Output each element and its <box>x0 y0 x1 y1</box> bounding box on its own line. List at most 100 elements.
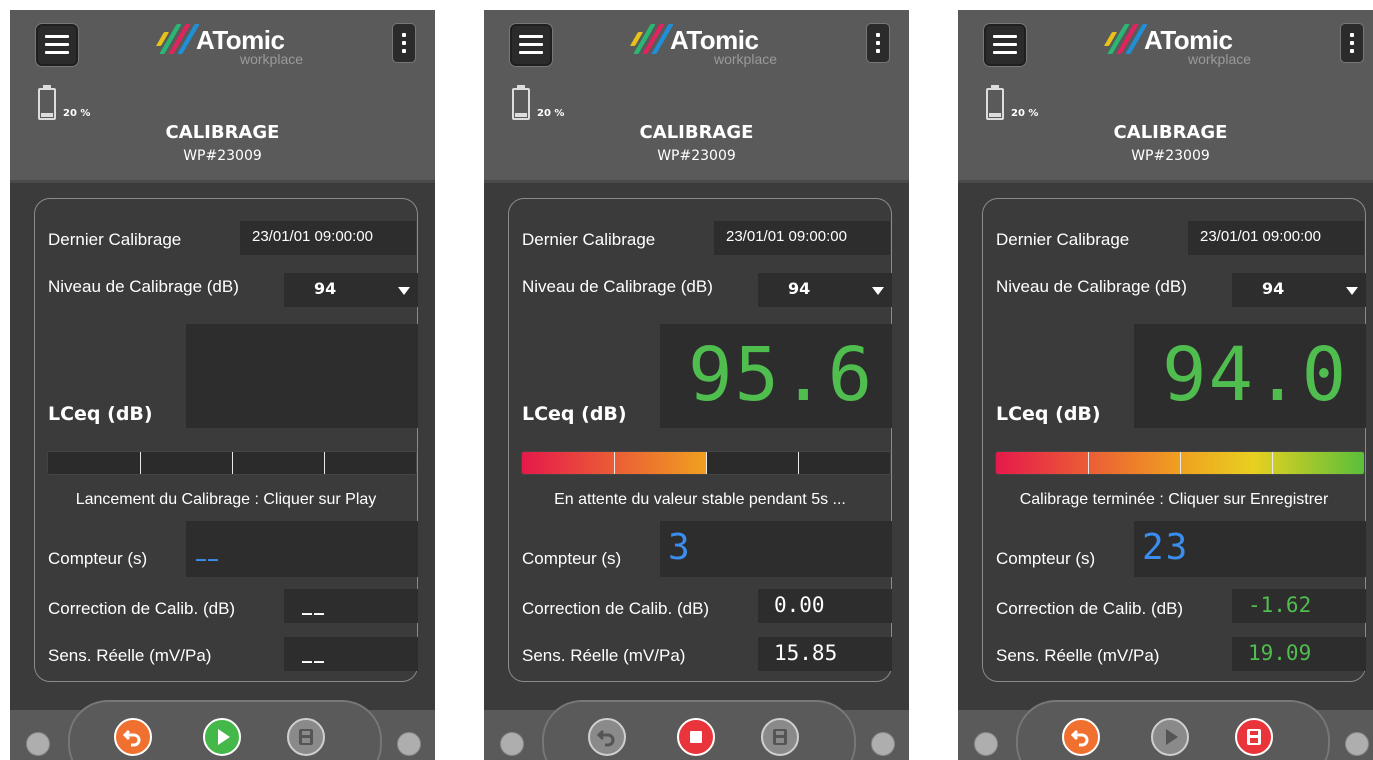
sensitivity-label: Sens. Réelle (mV/Pa) <box>522 646 686 665</box>
stop-icon <box>690 731 702 743</box>
counter-display: __ <box>186 521 418 577</box>
undo-button[interactable] <box>1062 718 1100 756</box>
calibration-level-label: Niveau de Calibrage (dB) <box>996 277 1187 296</box>
chevron-down-icon <box>398 287 410 295</box>
counter-value: 23 <box>1142 527 1190 568</box>
correction-value: 0.00 <box>774 593 825 617</box>
hamburger-menu-button[interactable] <box>35 23 79 67</box>
left-indicator-dot <box>974 732 998 756</box>
atomic-logo: ATomic workplace <box>150 22 310 67</box>
correction-label: Correction de Calib. (dB) <box>522 599 710 618</box>
sensitivity-display: 19.09 <box>1232 637 1366 671</box>
calibration-screen-1: ATomic workplace 20 % CALIBRAGE WP#23009… <box>10 10 435 760</box>
lceq-label: LCeq (dB) <box>996 403 1101 425</box>
undo-icon <box>1070 729 1089 747</box>
lceq-label: LCeq (dB) <box>522 403 627 425</box>
sensitivity-display: __ <box>284 637 418 671</box>
save-icon <box>299 729 313 745</box>
sensitivity-label: Sens. Réelle (mV/Pa) <box>48 646 212 665</box>
app-header: ATomic workplace 20 % CALIBRAGE WP#23009 <box>10 10 435 183</box>
sensitivity-value: 15.85 <box>774 641 838 665</box>
logo-subtext: workplace <box>714 51 778 67</box>
counter-label: Compteur (s) <box>996 549 1096 568</box>
sensitivity-label: Sens. Réelle (mV/Pa) <box>996 646 1160 665</box>
save-button[interactable] <box>1235 718 1273 756</box>
sensitivity-display: 15.85 <box>758 637 892 671</box>
calibration-panel: Dernier Calibrage 23/01/01 09:00:00 Nive… <box>982 198 1366 682</box>
right-indicator-dot <box>1345 732 1369 756</box>
battery-icon <box>38 85 56 120</box>
status-message: Calibrage terminée : Cliquer sur Enregis… <box>1019 491 1329 508</box>
correction-value: __ <box>302 591 326 615</box>
sensitivity-value: __ <box>302 639 326 663</box>
page-title: CALIBRAGE <box>165 122 280 143</box>
calibration-panel: Dernier Calibrage 23/01/01 09:00:00 Nive… <box>34 198 418 682</box>
counter-label: Compteur (s) <box>522 549 622 568</box>
calibration-panel: Dernier Calibrage 23/01/01 09:00:00 Nive… <box>508 198 892 682</box>
undo-button[interactable] <box>114 718 152 756</box>
hamburger-menu-button[interactable] <box>983 23 1027 67</box>
calibration-level-select[interactable]: 94 <box>758 273 892 307</box>
left-indicator-dot <box>500 732 524 756</box>
status-message: En attente du valeur stable pendant 5s .… <box>554 491 846 508</box>
device-id: WP#23009 <box>657 148 736 164</box>
calibration-level-label: Niveau de Calibrage (dB) <box>48 277 239 296</box>
hamburger-menu-button[interactable] <box>509 23 553 67</box>
save-button[interactable] <box>287 718 325 756</box>
undo-button[interactable] <box>588 718 626 756</box>
stability-progress-bar <box>47 451 417 475</box>
right-indicator-dot <box>871 732 895 756</box>
more-options-button[interactable] <box>866 23 890 63</box>
stop-button[interactable] <box>677 718 715 756</box>
last-calibration-label: Dernier Calibrage <box>996 230 1130 249</box>
undo-icon <box>122 729 141 747</box>
last-calibration-field: 23/01/01 09:00:00 <box>714 221 890 255</box>
last-calibration-field: 23/01/01 09:00:00 <box>240 221 416 255</box>
device-id: WP#23009 <box>1131 148 1210 164</box>
lceq-display: 94.0 <box>1134 324 1366 428</box>
more-options-button[interactable] <box>1340 23 1364 63</box>
status-message: Lancement du Calibrage : Cliquer sur Pla… <box>75 491 377 508</box>
lceq-label: LCeq (dB) <box>48 403 153 425</box>
calibration-level-select[interactable]: 94 <box>1232 273 1366 307</box>
last-calibration-label: Dernier Calibrage <box>48 230 182 249</box>
calibration-level-value: 94 <box>314 279 337 298</box>
undo-icon <box>596 729 615 747</box>
correction-label: Correction de Calib. (dB) <box>996 599 1184 618</box>
battery-level: 20 % <box>1011 108 1039 119</box>
counter-value: __ <box>196 537 220 561</box>
atomic-logo: ATomic workplace <box>624 22 784 67</box>
counter-label: Compteur (s) <box>48 549 148 568</box>
save-icon <box>773 729 787 745</box>
lceq-value: 95.6 <box>688 332 875 418</box>
logo-subtext: workplace <box>240 51 304 67</box>
play-button[interactable] <box>1151 718 1189 756</box>
app-header: ATomic workplace 20 % CALIBRAGE WP#23009 <box>484 10 909 183</box>
save-icon <box>1247 729 1261 745</box>
correction-display: -1.62 <box>1232 589 1366 623</box>
calibration-screen-3: ATomic workplace 20 % CALIBRAGE WP#23009… <box>958 10 1373 760</box>
last-calibration-date: 23/01/01 09:00:00 <box>1200 228 1321 245</box>
calibration-screen-2: ATomic workplace 20 % CALIBRAGE WP#23009… <box>484 10 909 760</box>
last-calibration-date: 23/01/01 09:00:00 <box>252 228 373 245</box>
chevron-down-icon <box>1346 287 1358 295</box>
page-title: CALIBRAGE <box>639 122 754 143</box>
page-title: CALIBRAGE <box>1113 122 1228 143</box>
atomic-logo: ATomic workplace <box>1098 22 1258 67</box>
counter-value: 3 <box>668 527 692 568</box>
battery-icon <box>512 85 530 120</box>
save-button[interactable] <box>761 718 799 756</box>
last-calibration-date: 23/01/01 09:00:00 <box>726 228 847 245</box>
battery-level: 20 % <box>63 108 91 119</box>
play-button[interactable] <box>203 718 241 756</box>
calibration-level-value: 94 <box>1262 279 1285 298</box>
battery-level: 20 % <box>537 108 565 119</box>
sensitivity-value: 19.09 <box>1248 641 1312 665</box>
last-calibration-field: 23/01/01 09:00:00 <box>1188 221 1364 255</box>
more-options-button[interactable] <box>392 23 416 63</box>
calibration-level-select[interactable]: 94 <box>284 273 418 307</box>
lceq-display: 95.6 <box>660 324 892 428</box>
app-header: ATomic workplace 20 % CALIBRAGE WP#23009 <box>958 10 1373 183</box>
lceq-value: 94.0 <box>1162 332 1349 418</box>
counter-display: 23 <box>1134 521 1366 577</box>
